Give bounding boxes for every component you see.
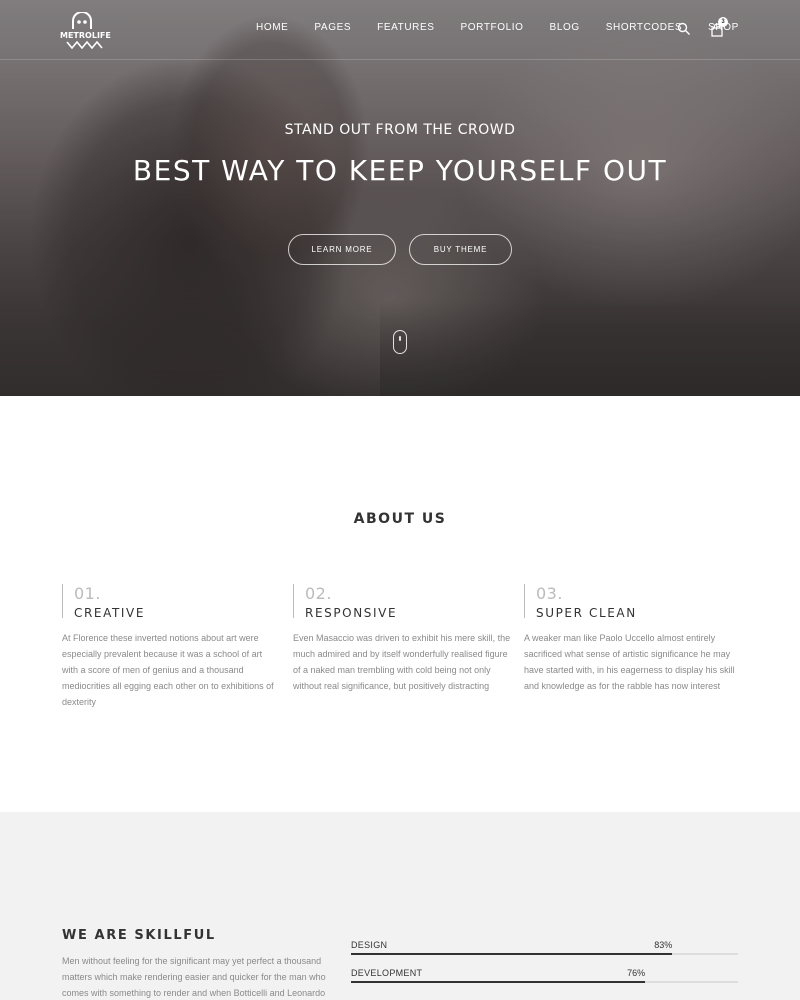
feature-title: CREATIVE [74, 606, 146, 620]
skill-bar-fill [351, 953, 673, 955]
feature-divider [293, 584, 294, 618]
mouse-scroll-icon[interactable] [393, 330, 407, 354]
skill-bar-fill [351, 981, 646, 983]
nav-item-home[interactable]: HOME [256, 22, 288, 38]
buy-theme-button[interactable]: BUY THEME [409, 234, 512, 265]
feature-number: 03. [536, 584, 563, 603]
feature-number: 01. [74, 584, 101, 603]
logo-ghost-icon [72, 12, 92, 29]
skills-text: Men without feeling for the significant … [62, 956, 326, 998]
feature-text: At Florence these inverted notions about… [62, 633, 274, 707]
skill-design: DESIGN 83% [351, 940, 738, 960]
learn-more-button[interactable]: LEARN MORE [288, 234, 396, 265]
logo-zigzag-icon [66, 41, 103, 49]
skills-title: WE ARE SKILLFUL [62, 928, 216, 943]
skill-label: DEVELOPMENT [351, 968, 423, 978]
feature-divider [62, 584, 63, 618]
top-navbar: METROLIFE HOME PAGES FEATURES PORTFOLIO … [0, 0, 800, 60]
cart-button[interactable]: 3 [710, 17, 730, 37]
nav-item-blog[interactable]: BLOG [550, 22, 580, 38]
nav-item-portfolio[interactable]: PORTFOLIO [461, 22, 524, 38]
skill-bar-track [351, 953, 738, 955]
nav-item-features[interactable]: FEATURES [377, 22, 434, 38]
about-section-title: ABOUT US [353, 511, 447, 527]
skill-percent: 83% [654, 940, 673, 950]
feature-text: A weaker man like Paolo Uccello almost e… [524, 633, 735, 691]
nav-item-pages[interactable]: PAGES [314, 22, 351, 38]
feature-number: 02. [305, 584, 332, 603]
logo-text: METROLIFE [60, 31, 111, 40]
hero-title: BEST WAY TO KEEP YOURSELF OUT [132, 154, 668, 187]
skill-percent: 76% [627, 968, 646, 978]
skill-development: DEVELOPMENT 76% [351, 968, 738, 988]
hero-subtitle: STAND OUT FROM THE CROWD [284, 122, 516, 138]
feature-title: SUPER CLEAN [536, 606, 637, 620]
nav-item-shortcodes[interactable]: SHORTCODES [606, 22, 682, 38]
feature-title: RESPONSIVE [305, 606, 398, 620]
feature-text: Even Masaccio was driven to exhibit his … [293, 633, 511, 691]
skill-bar-track [351, 981, 738, 983]
mouse-wheel [399, 336, 401, 341]
hero-section: METROLIFE HOME PAGES FEATURES PORTFOLIO … [0, 0, 800, 396]
feature-divider [524, 584, 525, 618]
search-icon[interactable] [677, 22, 691, 36]
site-logo[interactable]: METROLIFE [60, 12, 111, 52]
cart-count-badge: 3 [718, 17, 728, 27]
skill-label: DESIGN [351, 940, 388, 950]
